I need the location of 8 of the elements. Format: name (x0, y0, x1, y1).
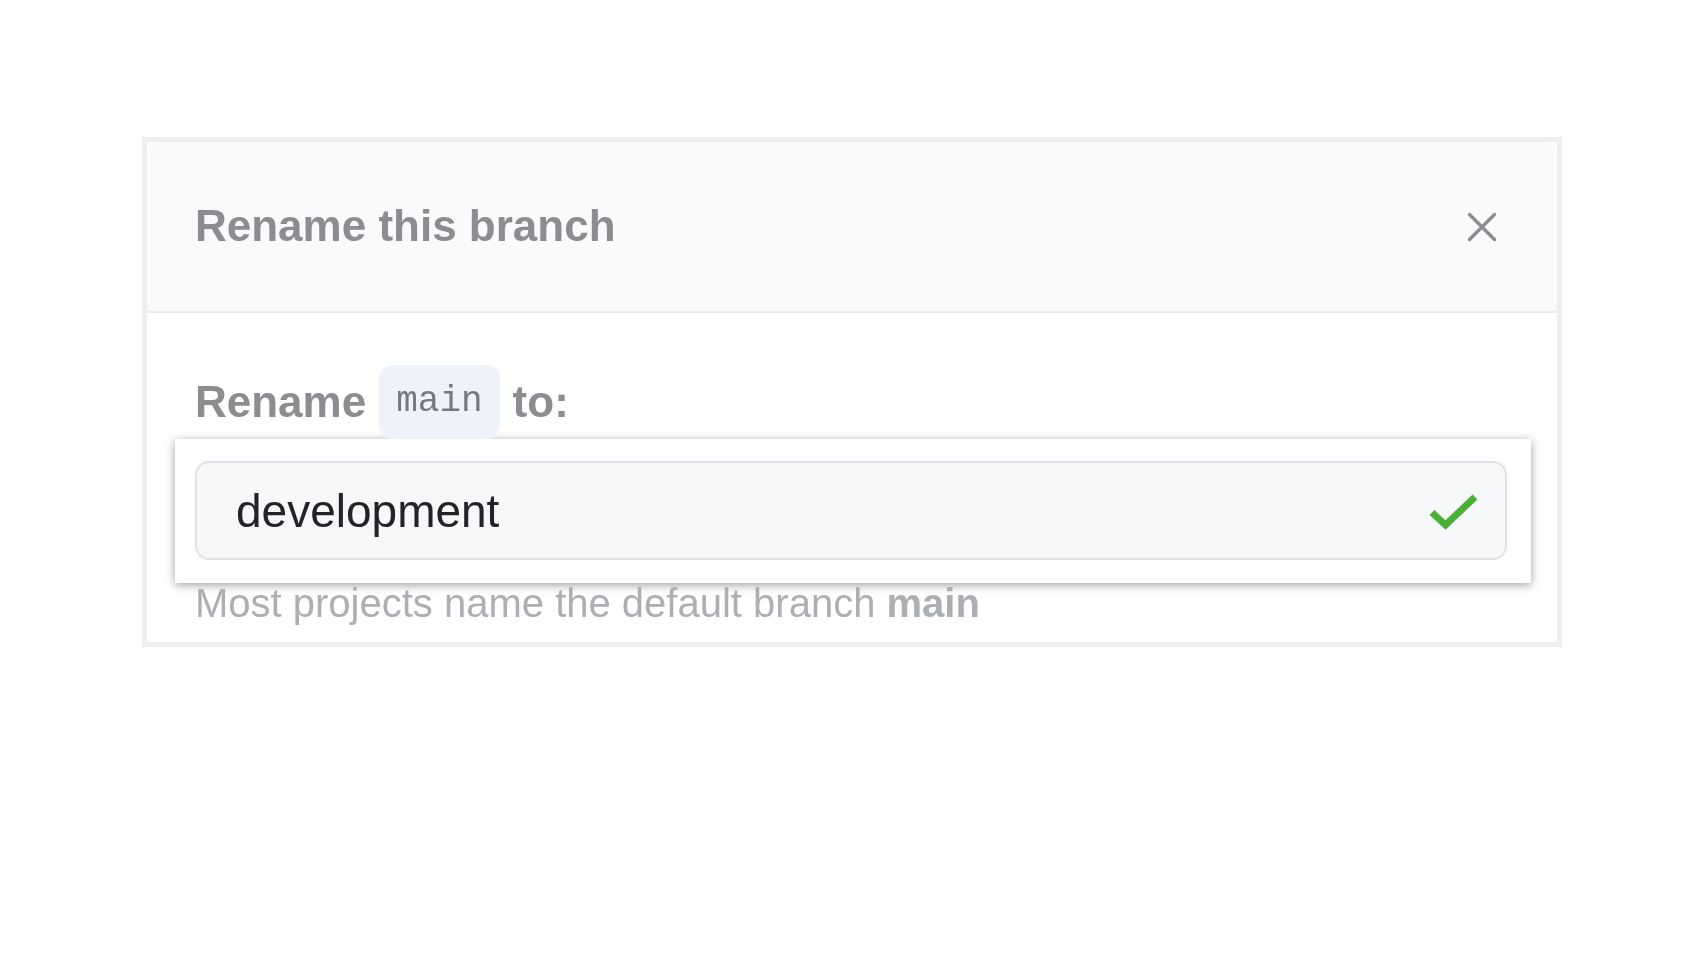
close-icon (1467, 211, 1497, 242)
hint-text: Most projects name the default branch main (195, 580, 981, 627)
branch-name-code: main (379, 365, 500, 439)
close-button[interactable] (1467, 211, 1497, 242)
branch-name-input[interactable]: development (195, 461, 1507, 560)
dialog-title: Rename this branch (195, 200, 616, 253)
field-label: Rename (195, 375, 367, 428)
field-label: to: (512, 375, 569, 428)
